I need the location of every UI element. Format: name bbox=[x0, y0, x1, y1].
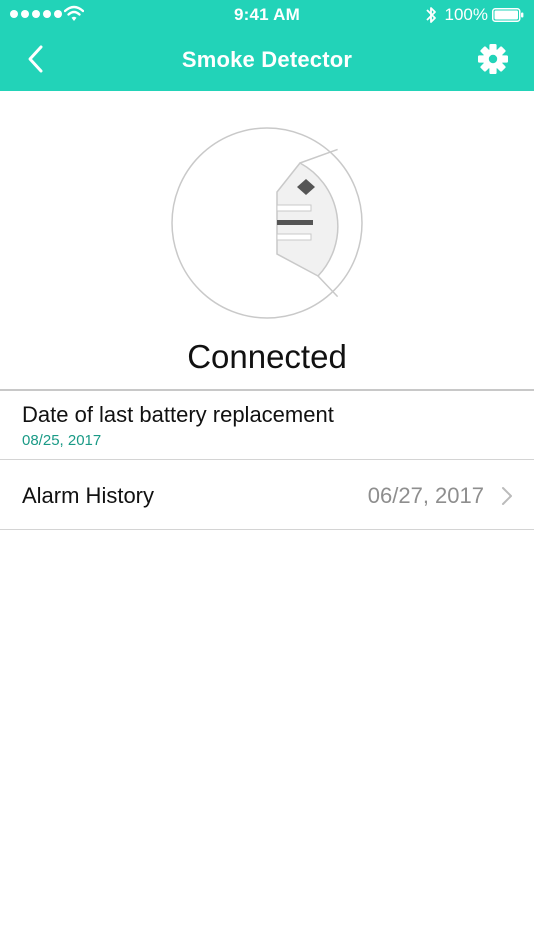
battery-icon bbox=[492, 8, 524, 22]
smoke-detector-icon bbox=[171, 127, 363, 319]
gear-icon[interactable] bbox=[476, 42, 510, 76]
page-title: Smoke Detector bbox=[181, 47, 353, 72]
status-bar: 9:41 AM 100% bbox=[0, 0, 534, 30]
battery-replacement-date: 08/25, 2017 bbox=[22, 432, 102, 449]
chevron-right-icon bbox=[502, 487, 512, 505]
bluetooth-icon bbox=[426, 7, 436, 23]
alarm-history-date: 06/27, 2017 bbox=[367, 483, 484, 508]
alarm-history-row[interactable]: Alarm History 06/27, 2017 bbox=[0, 461, 534, 529]
navigation-bar: Smoke Detector bbox=[0, 30, 534, 91]
alarm-history-label: Alarm History bbox=[22, 483, 155, 508]
battery-replacement-label: Date of last battery replacement bbox=[22, 402, 334, 427]
header-bar: 9:41 AM 100% Smoke Detector bbox=[0, 0, 534, 91]
battery-replacement-row: Date of last battery replacement 08/25, … bbox=[0, 391, 534, 459]
battery-percent: 100% bbox=[444, 5, 488, 24]
row-divider bbox=[0, 459, 534, 460]
connection-status: Connected bbox=[187, 338, 347, 375]
row-divider bbox=[0, 529, 534, 530]
